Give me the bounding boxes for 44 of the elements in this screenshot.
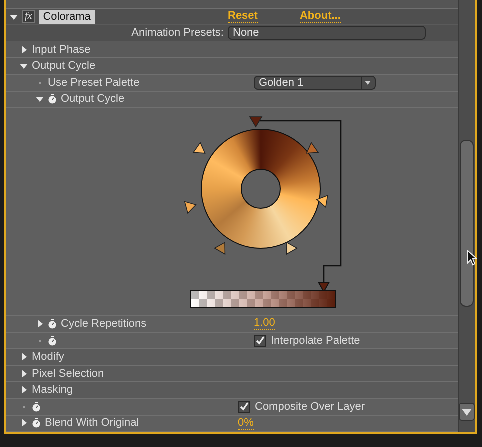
property-label: Modify [32,351,64,364]
collapse-triangle-icon[interactable] [20,62,28,70]
palette-dropdown[interactable]: Golden 1 [254,76,376,90]
expand-triangle-icon[interactable] [20,386,28,394]
palette-marker[interactable] [184,201,197,214]
scroll-down-button[interactable] [459,403,475,421]
property-label: Output Cycle [32,60,96,72]
reset-link[interactable]: Reset [228,10,258,24]
down-arrow-icon [462,408,472,416]
property-label: Output Cycle [61,93,125,106]
property-label: Input Phase [32,44,91,56]
property-label: Pixel Selection [32,368,104,380]
stopwatch-icon[interactable] [48,336,57,346]
scrollbar-thumb[interactable] [460,140,474,307]
presets-dropdown[interactable]: None [228,26,426,40]
stopwatch-icon[interactable] [48,318,57,329]
presets-label: Animation Presets: [132,27,224,40]
stopwatch-icon[interactable] [48,94,57,104]
checkbox[interactable] [238,400,250,413]
property-label: Cycle Repetitions [61,318,147,330]
property-label: Use Preset Palette [48,76,140,89]
expand-triangle-icon[interactable] [36,320,44,328]
property-label: Blend With Original [45,417,140,430]
fx-icon[interactable]: fx [22,10,36,24]
stopwatch-icon[interactable] [32,418,41,428]
expand-triangle-icon[interactable] [20,46,28,54]
checkbox-label: Composite Over Layer [255,400,366,413]
checkbox[interactable] [254,334,266,346]
cursor-icon [467,250,477,266]
expand-triangle-icon[interactable] [20,370,28,378]
palette-marker[interactable] [316,195,328,208]
palette-marker[interactable] [192,142,206,154]
palette-marker[interactable] [214,242,226,256]
effect-name[interactable]: Colorama [39,10,95,24]
expand-triangle-icon[interactable] [20,419,28,428]
stopwatch-icon[interactable] [32,402,41,412]
palette-marker[interactable] [286,242,298,256]
about-link[interactable]: About... [300,10,341,24]
property-label: Masking [32,384,73,396]
collapse-triangle-icon[interactable] [10,12,18,21]
checkbox-label: Interpolate Palette [271,334,360,346]
collapse-triangle-icon[interactable] [36,95,44,104]
expand-triangle-icon[interactable] [20,353,28,362]
palette-marker[interactable] [306,142,320,154]
